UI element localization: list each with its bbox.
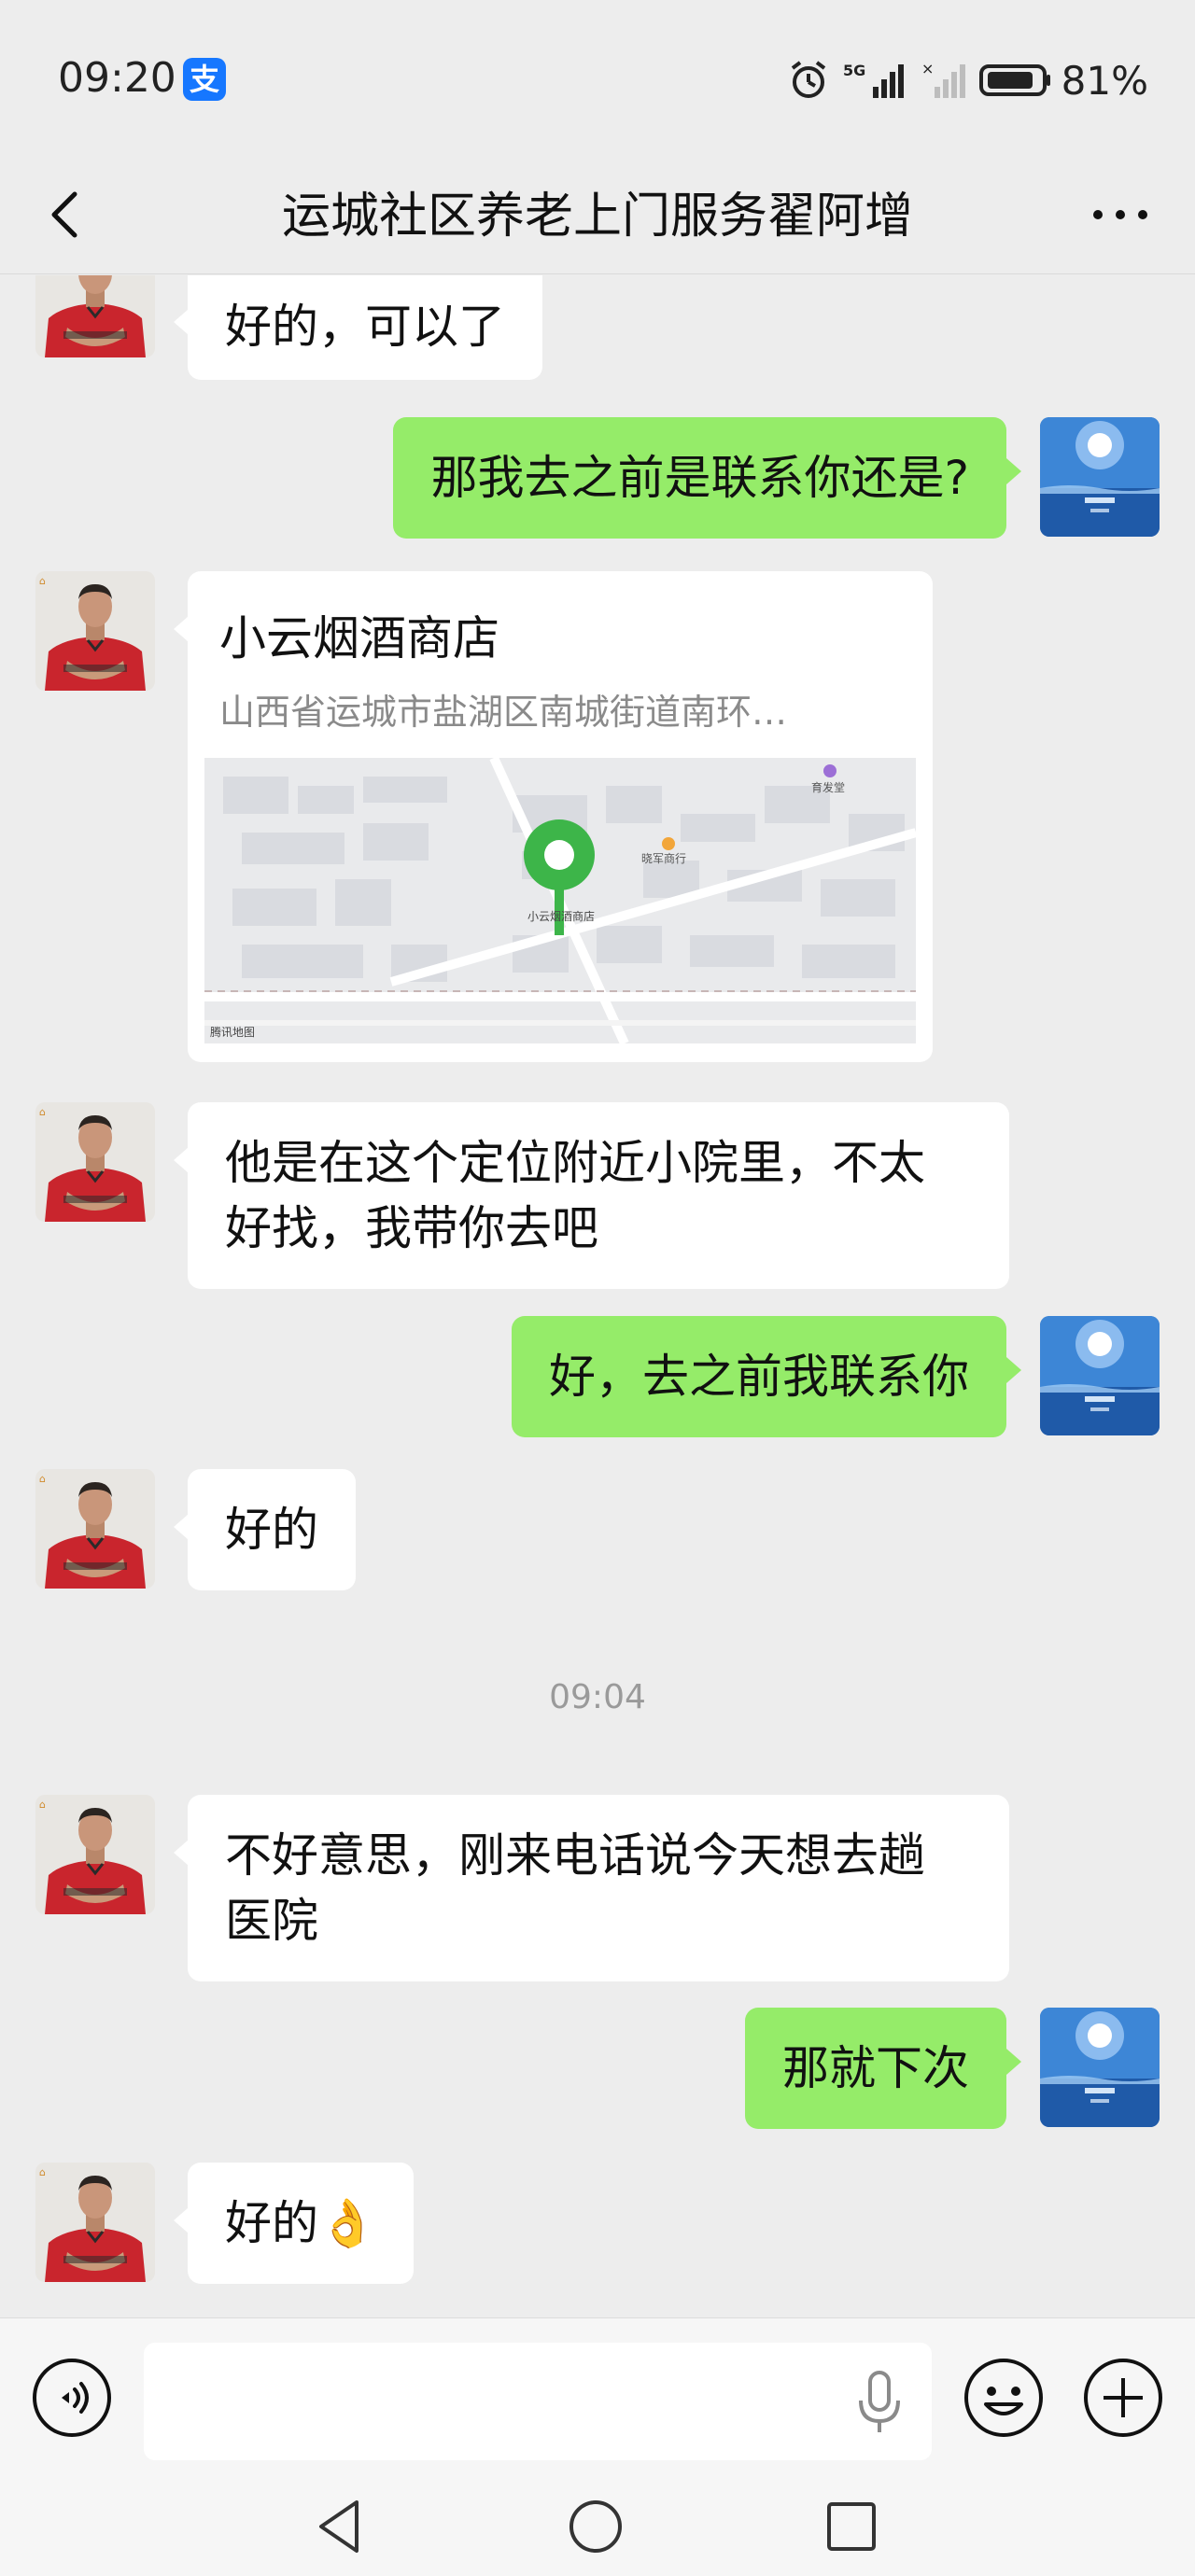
bubble-tail [1006, 2049, 1021, 2075]
location-address: 山西省运城市盐湖区南城街道南环… [219, 692, 788, 733]
map-poi-label: 育发堂 [811, 780, 845, 794]
bubble-tail [174, 1840, 189, 1866]
my-avatar[interactable] [1040, 1316, 1160, 1435]
microphone-icon[interactable] [851, 2367, 907, 2436]
nav-back-icon[interactable] [312, 2497, 372, 2556]
my-avatar[interactable] [1040, 417, 1160, 537]
nav-home-icon[interactable] [566, 2497, 626, 2556]
location-card[interactable]: 小云烟酒商店 山西省运城市盐湖区南城街道南环… 晓军商行 育发堂 小云烟酒商店 … [188, 571, 933, 1062]
chat-header: 运城社区养老上门服务翟阿增 [0, 159, 1195, 274]
battery-icon [978, 64, 1050, 96]
chevron-left-icon[interactable] [37, 177, 93, 252]
bubble-tail [174, 2207, 189, 2233]
message-bubble-outgoing[interactable]: 那我去之前是联系你还是? [393, 417, 1006, 539]
bubble-tail [1006, 458, 1021, 484]
bubble-tail [174, 1514, 189, 1540]
alarm-icon [791, 61, 825, 98]
message-list[interactable]: 好的，可以了 那我去之前是联系你还是? 小云烟酒商店 山西省运城市盐湖区南城街道… [0, 275, 1195, 2317]
message-line: 不好意思，刚来电话说今天想去趟 [225, 1828, 925, 1883]
contact-avatar[interactable] [35, 571, 155, 691]
location-name: 小云烟酒商店 [219, 611, 499, 665]
emoji-icon[interactable] [962, 2356, 1046, 2440]
message-bubble-incoming[interactable]: 不好意思，刚来电话说今天想去趟 医院 [188, 1795, 1009, 1981]
svg-text:×: × [921, 60, 934, 77]
signal-5g-icon: 5G [843, 62, 904, 98]
input-bar [0, 2317, 1195, 2476]
bubble-tail [1006, 1357, 1021, 1383]
message-input[interactable] [144, 2343, 932, 2460]
map-poi-label: 晓军商行 [641, 851, 686, 865]
plus-circle-icon[interactable] [1081, 2356, 1165, 2440]
contact-avatar[interactable] [35, 1795, 155, 1914]
nav-recent-apps-icon[interactable] [822, 2497, 881, 2556]
alipay-notification-icon: 支 [183, 58, 226, 101]
voice-icon[interactable] [30, 2356, 114, 2440]
map-provider-label: 腾讯地图 [210, 1025, 255, 1039]
status-bar: 09:20 支 5G × 81% [0, 0, 1195, 159]
message-line: 医院 [225, 1894, 318, 1948]
status-icons: 5G × 81% [776, 54, 1148, 106]
network-type-label: 5G [843, 62, 865, 79]
bubble-tail [174, 309, 189, 335]
poi-icon [662, 837, 675, 850]
map-pin-label: 小云烟酒商店 [527, 909, 595, 923]
contact-avatar[interactable] [35, 1469, 155, 1589]
message-bubble-outgoing[interactable]: 好，去之前我联系你 [512, 1316, 1006, 1437]
status-time: 09:20 [58, 54, 176, 102]
contact-avatar[interactable] [35, 1102, 155, 1222]
message-bubble-incoming[interactable]: 好的，可以了 [188, 275, 542, 380]
my-avatar[interactable] [1040, 2008, 1160, 2127]
contact-avatar[interactable] [35, 275, 155, 357]
chat-title: 运城社区养老上门服务翟阿增 [281, 189, 913, 245]
system-navigation-bar [0, 2476, 1195, 2576]
message-bubble-incoming[interactable]: 好的👌 [188, 2163, 415, 2284]
message-timestamp: 09:04 [549, 1678, 646, 1716]
message-line: 好找，我带你去吧 [225, 1201, 598, 1255]
message-bubble-outgoing[interactable]: 那就下次 [745, 2008, 1006, 2129]
poi-icon [823, 764, 836, 777]
message-bubble-incoming[interactable]: 他是在这个定位附近小院里，不太 好找，我带你去吧 [188, 1102, 1009, 1289]
bubble-tail [174, 1147, 189, 1173]
bubble-tail [174, 616, 189, 642]
message-line: 他是在这个定位附近小院里，不太 [225, 1136, 925, 1190]
message-bubble-incoming[interactable]: 好的 [188, 1469, 356, 1590]
more-horizontal-icon[interactable] [1083, 177, 1158, 252]
contact-avatar[interactable] [35, 2163, 155, 2282]
signal-off-icon: × [921, 60, 965, 98]
location-map[interactable]: 晓军商行 育发堂 小云烟酒商店 腾讯地图 [204, 758, 916, 1043]
battery-percent: 81% [1061, 57, 1148, 104]
